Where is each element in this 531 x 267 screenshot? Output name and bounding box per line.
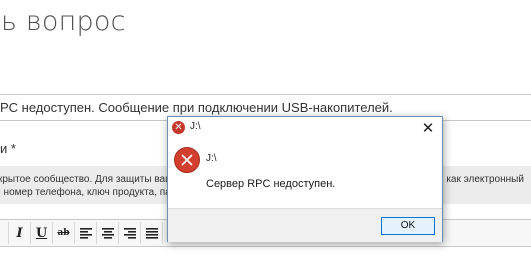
align-right-icon: [123, 227, 136, 239]
close-button[interactable]: ✕: [414, 117, 442, 139]
justify-icon: [145, 227, 158, 239]
justify-button[interactable]: [141, 222, 163, 244]
error-dialog: ✕ J:\ ✕ J:\ Сервер RPC недоступен. OK: [167, 116, 443, 242]
details-label: ти *: [0, 141, 16, 156]
dialog-message: Сервер RPC недоступен.: [206, 178, 336, 190]
strikethrough-button[interactable]: ab: [53, 222, 75, 244]
error-icon-small: ✕: [172, 121, 185, 134]
notice-text-line1: крытое сообщество. Для защиты ваш: [0, 174, 174, 185]
notice-text-line2: , номер телефона, ключ продукта, пар: [0, 187, 177, 198]
error-icon: [174, 147, 200, 173]
underline-button[interactable]: U: [31, 222, 53, 244]
ok-button[interactable]: OK: [381, 217, 435, 235]
align-left-icon: [79, 227, 92, 239]
italic-button[interactable]: I: [9, 222, 31, 244]
subject-input-value: PC недоступен. Сообщение при подключении…: [0, 100, 393, 115]
italic-icon: I: [16, 225, 23, 241]
align-center-button[interactable]: [97, 222, 119, 244]
close-icon: ✕: [421, 119, 435, 137]
strikethrough-icon: ab: [57, 228, 70, 238]
notice-text-line1-right: е как электронный: [438, 174, 524, 185]
underline-icon: U: [35, 225, 48, 241]
dialog-titlebar[interactable]: ✕ J:\ ✕: [168, 117, 442, 139]
page-title: ть вопрос: [0, 6, 126, 37]
align-left-button[interactable]: [75, 222, 97, 244]
dialog-footer: OK: [168, 208, 442, 242]
error-x-icon: [181, 154, 193, 166]
align-center-icon: [101, 227, 114, 239]
dialog-title: J:\: [190, 121, 201, 132]
align-right-button[interactable]: [119, 222, 141, 244]
details-editor[interactable]: [0, 247, 531, 267]
toolbar-separator: [0, 222, 9, 244]
dialog-path-label: J:\: [206, 153, 217, 164]
